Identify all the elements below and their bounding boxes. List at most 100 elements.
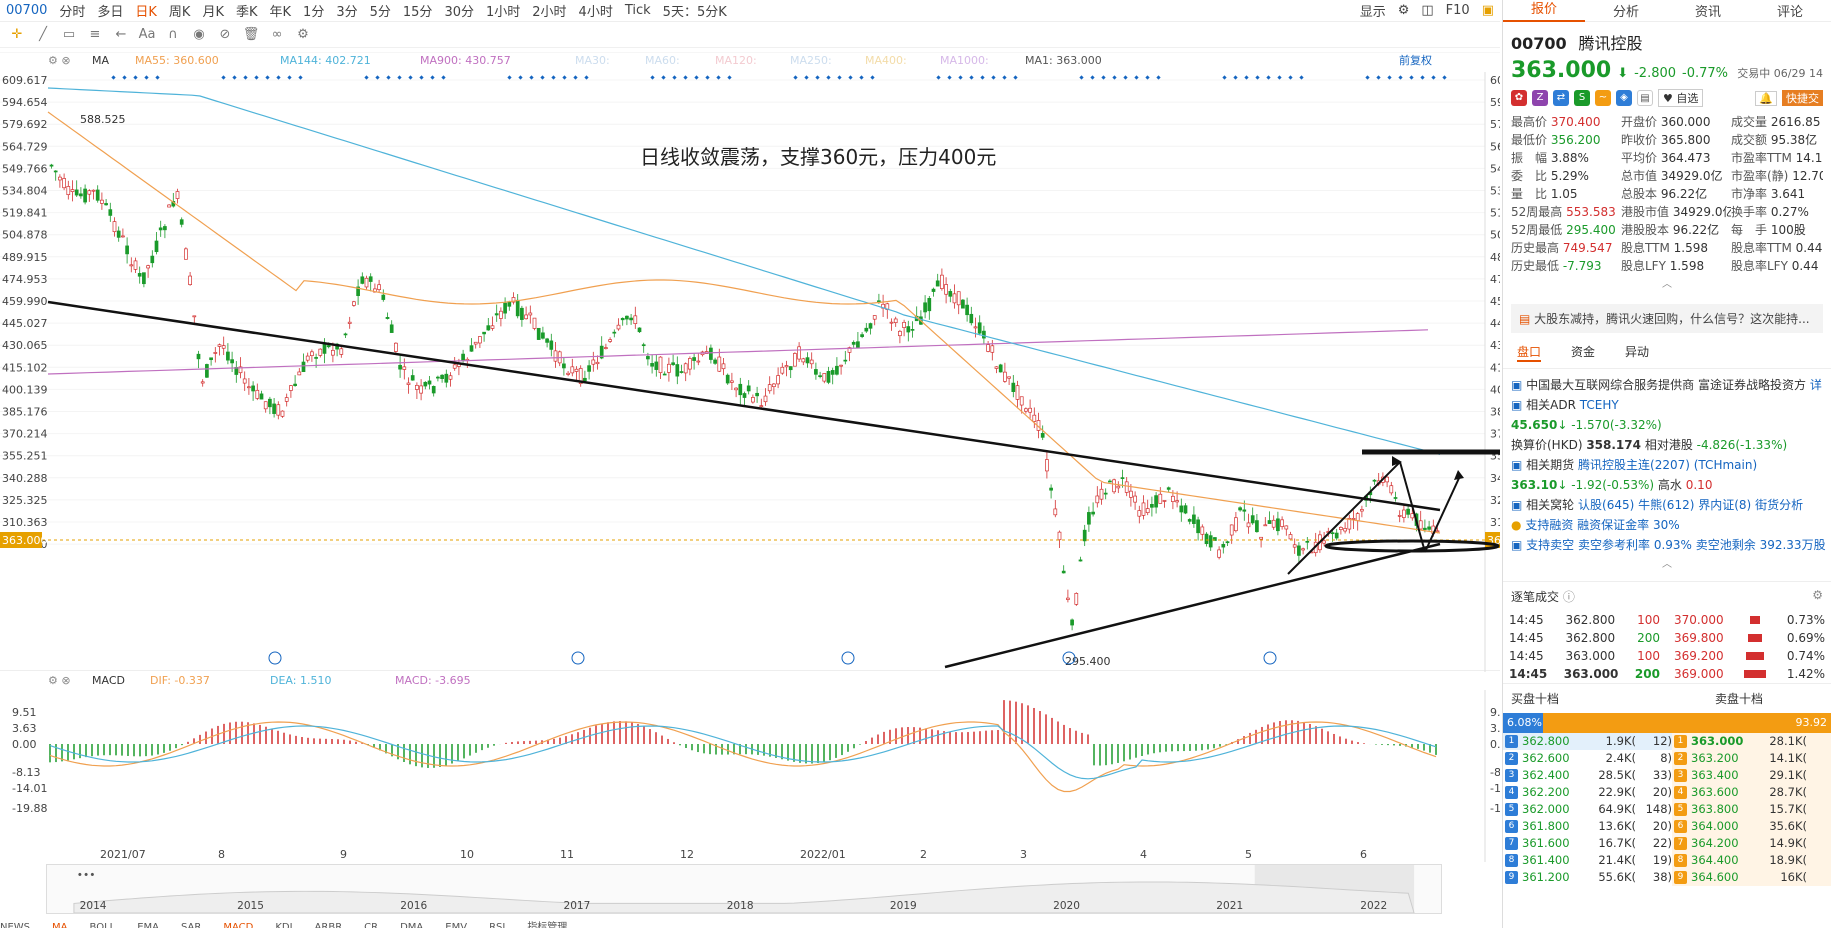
tab-orderbook[interactable]: 盘口 — [1517, 343, 1542, 362]
collapse-icon[interactable]: ︿ — [1511, 555, 1823, 575]
indicator-tab[interactable]: BOLL — [90, 922, 116, 928]
settings-icon[interactable]: ⚙ — [1812, 588, 1823, 605]
fut-code[interactable]: (TCHmain) — [1694, 458, 1757, 472]
margin-label[interactable]: 支持融资 — [1525, 518, 1573, 532]
tab-comments[interactable]: 评论 — [1749, 1, 1831, 20]
price-tick-right: 325.325 — [1490, 494, 1500, 507]
news-banner[interactable]: ▤ 大股东减持，腾讯火速回购，什么信号？这次能持... ✕ — [1511, 304, 1823, 333]
rect-tool-icon[interactable]: ▭ — [60, 27, 78, 42]
period-tab[interactable]: 5分 — [364, 1, 397, 20]
fut-name-link[interactable]: 腾讯控股主连(2207) — [1578, 458, 1690, 472]
bid-ask-ratio-bar: 6.08% 93.92 — [1503, 713, 1831, 733]
short-label[interactable]: 支持卖空 — [1526, 538, 1574, 552]
period-tab[interactable]: 15分 — [397, 1, 439, 20]
f10-button[interactable]: F10 — [1440, 3, 1476, 18]
period-tab[interactable]: 周K — [163, 1, 197, 20]
indicator-tab[interactable]: EMA — [137, 922, 159, 928]
orderbook-row[interactable]: 7 361.600 16.7K(22) 7 364.200 14.9K( — [1503, 835, 1831, 852]
price-tick-right: 370.214 — [1490, 428, 1500, 441]
indicator-tab[interactable]: MA — [52, 922, 67, 928]
help-icon[interactable]: ⓘ — [1563, 590, 1575, 604]
margin-icon[interactable]: S — [1574, 90, 1590, 106]
line-tool-icon[interactable]: ╱ — [34, 27, 52, 42]
hide-icon[interactable]: ⊘ — [216, 27, 234, 42]
orderbook-row[interactable]: 3 362.400 28.5K(33) 3 363.400 29.1K( — [1503, 767, 1831, 784]
tag-icon[interactable]: ◈ — [1616, 90, 1632, 106]
bell-icon[interactable]: 🔔 — [1755, 90, 1777, 106]
indicator-tab[interactable]: RSI — [489, 922, 505, 928]
period-tab-active[interactable]: 日K — [129, 1, 163, 20]
macd-gear-icon[interactable]: ⚙ ⊗ — [48, 674, 71, 687]
period-tab[interactable]: 多日 — [91, 1, 129, 20]
tab-news[interactable]: 资讯 — [1667, 1, 1749, 20]
desc-more-link[interactable]: 详 — [1810, 378, 1822, 392]
link-icon[interactable]: ∞ — [268, 27, 286, 42]
orderbook-row[interactable]: 5 362.000 64.9K(148) 5 363.800 15.7K( — [1503, 801, 1831, 818]
period-tab[interactable]: 分时 — [53, 1, 91, 20]
period-tab[interactable]: 月K — [196, 1, 230, 20]
connect-icon[interactable]: ⇄ — [1553, 90, 1569, 106]
conv-price: 358.174 — [1586, 438, 1641, 452]
tab-analysis[interactable]: 分析 — [1585, 1, 1667, 20]
warrant-link[interactable]: 认股(645) — [1578, 498, 1634, 512]
indicator-tab[interactable]: 指标管理 — [527, 922, 567, 928]
period-tab[interactable]: 1小时 — [480, 1, 526, 20]
period-tab[interactable]: Tick — [619, 3, 657, 18]
note-icon[interactable]: ▤ — [1637, 90, 1653, 106]
candlestick-chart[interactable]: ⚙ ⊗ MA MA55: 360.600 MA144: 402.721 MA90… — [0, 52, 1500, 672]
period-tab[interactable]: 4小时 — [573, 1, 619, 20]
settings-icon[interactable]: ⚙ — [1392, 3, 1416, 18]
settings-gear-icon[interactable]: ⚙ ⊗ — [48, 54, 71, 67]
macd-label[interactable]: MACD — [92, 674, 125, 687]
collapse-icon[interactable]: ︿ — [1511, 275, 1823, 290]
period-tab[interactable]: 2小时 — [526, 1, 572, 20]
orderbook-row[interactable]: 9 361.200 55.6K(38) 9 364.600 16K( — [1503, 869, 1831, 886]
orderbook-row[interactable]: 4 362.200 22.9K(20) 4 363.600 28.7K( — [1503, 784, 1831, 801]
camera-icon[interactable]: ◫ — [1415, 3, 1439, 18]
indicator-tab[interactable]: MACD — [223, 922, 253, 928]
overview-navigator[interactable]: ••• 2014 2015 2016 2017 2018 2019 2020 2021 2022 — [46, 864, 1442, 914]
adjust-button[interactable]: 前复权 — [1399, 53, 1432, 67]
indicator-tab[interactable]: CR — [364, 922, 378, 928]
period-tab[interactable]: 季K — [230, 1, 264, 20]
eye-icon[interactable]: ◉ — [190, 27, 208, 42]
gear-icon[interactable]: ⚙ — [294, 27, 312, 42]
indicator-tab[interactable]: NEWS — [0, 922, 30, 928]
ma-label[interactable]: MA — [92, 54, 109, 67]
macd-chart[interactable]: ⚙ ⊗ MACD DIF: -0.337 DEA: 1.510 MACD: -3… — [0, 670, 1500, 862]
period-tab[interactable]: 3分 — [330, 1, 363, 20]
period-tab[interactable]: 1分 — [297, 1, 330, 20]
arrow-tool-icon[interactable]: ← — [112, 27, 130, 42]
adr-code-link[interactable]: TCEHY — [1580, 398, 1619, 412]
add-watchlist-button[interactable]: ♥ 自选 — [1658, 89, 1704, 107]
tab-movement[interactable]: 异动 — [1625, 343, 1649, 362]
delete-icon[interactable]: 🗑 — [242, 27, 260, 42]
quick-trade-button[interactable]: 快捷交 — [1782, 90, 1823, 106]
indicator-tab[interactable]: KDJ — [275, 922, 292, 928]
indicator-tab[interactable]: ARBR — [315, 922, 343, 928]
option-icon[interactable]: ~ — [1595, 90, 1611, 106]
fib-tool-icon[interactable]: ≡ — [86, 27, 104, 42]
tab-quote[interactable]: 报价 — [1503, 0, 1585, 22]
fullscreen-icon[interactable]: ▣ — [1476, 3, 1500, 18]
orderbook-row[interactable]: 2 362.600 2.4K(8) 2 363.200 14.1K( — [1503, 750, 1831, 767]
text-tool-icon[interactable]: Aa — [138, 27, 156, 42]
tab-capital[interactable]: 资金 — [1571, 343, 1595, 362]
period-tab[interactable]: 30分 — [438, 1, 480, 20]
indicator-tab[interactable]: SAR — [181, 922, 201, 928]
crosshair-icon[interactable]: ✛ — [8, 27, 26, 42]
inline-link[interactable]: 界内证(8) — [1698, 498, 1751, 512]
ticks-title: 逐笔成交 — [1511, 590, 1560, 604]
street-link[interactable]: 街货分析 — [1755, 498, 1803, 512]
orderbook-row[interactable]: 8 361.400 21.4K(19) 8 364.400 18.9K( — [1503, 852, 1831, 869]
orderbook-row[interactable]: 1 362.800 1.9K(12) 1 363.000 28.1K( — [1503, 733, 1831, 750]
magnet-icon[interactable]: ∩ — [164, 27, 182, 42]
orderbook-row[interactable]: 6 361.800 13.6K(20) 6 364.000 35.6K( — [1503, 818, 1831, 835]
indicator-tab[interactable]: DMA — [400, 922, 423, 928]
chip-icon[interactable]: Z — [1532, 90, 1548, 106]
indicator-tab[interactable]: EMV — [445, 922, 467, 928]
period-tab[interactable]: 年K — [264, 1, 298, 20]
cbbc-link[interactable]: 牛熊(612) — [1638, 498, 1694, 512]
display-menu[interactable]: 显示 — [1354, 1, 1392, 20]
period-tab[interactable]: 5天：5分K — [657, 1, 733, 20]
